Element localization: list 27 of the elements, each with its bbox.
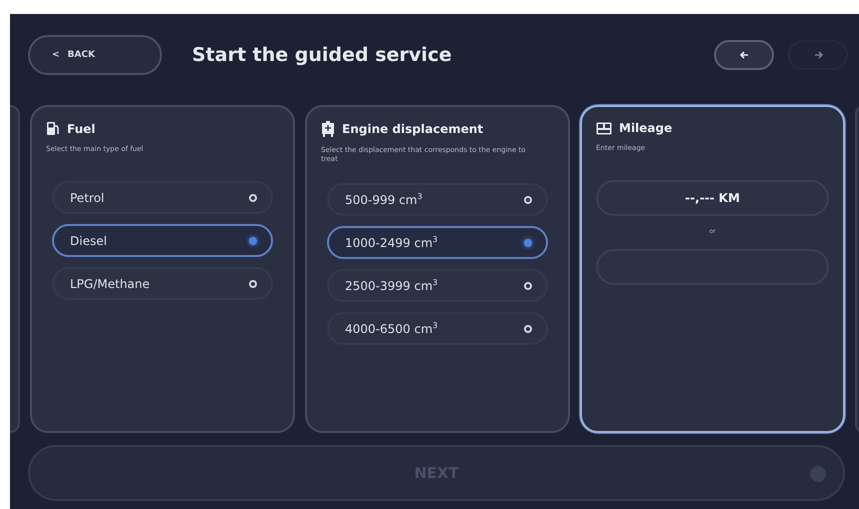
option-button[interactable]: 2500-3999 cm$^{3}$ — [327, 269, 548, 302]
radio-icon — [524, 324, 532, 333]
radio-icon — [249, 236, 257, 245]
previous-button[interactable] — [714, 40, 774, 70]
option-button[interactable]: Petrol — [52, 181, 273, 214]
card-title: Fuel — [67, 122, 96, 136]
engine-icon — [321, 121, 335, 137]
radio-icon — [249, 280, 257, 288]
page-title: Start the guided service — [192, 44, 453, 66]
option-button[interactable]: 500-999 cm$^{3}$ — [327, 183, 548, 216]
fuel-pump-icon — [46, 121, 60, 136]
back-button[interactable]: < BACK — [28, 35, 162, 75]
radio-icon — [249, 194, 257, 202]
right-arrow-icon — [814, 51, 822, 59]
odometer-icon — [596, 122, 612, 134]
option-button[interactable]: 1000-2499 cm$^{3}$ — [327, 226, 548, 260]
circle-icon — [809, 465, 827, 483]
option-button[interactable]: Diesel — [52, 224, 273, 258]
left-arrow-icon — [740, 51, 748, 59]
option-button[interactable]: LPG/Methane — [52, 267, 273, 300]
card-title: Engine displacement — [342, 122, 484, 136]
radio-icon — [524, 238, 532, 247]
radio-icon — [524, 196, 532, 204]
card-title: Mileage — [619, 121, 672, 135]
option-button[interactable]: 4000-6500 cm$^{3}$ — [327, 312, 548, 346]
radio-icon — [524, 282, 532, 290]
mileage-field[interactable]: --,--- KM — [596, 180, 829, 216]
